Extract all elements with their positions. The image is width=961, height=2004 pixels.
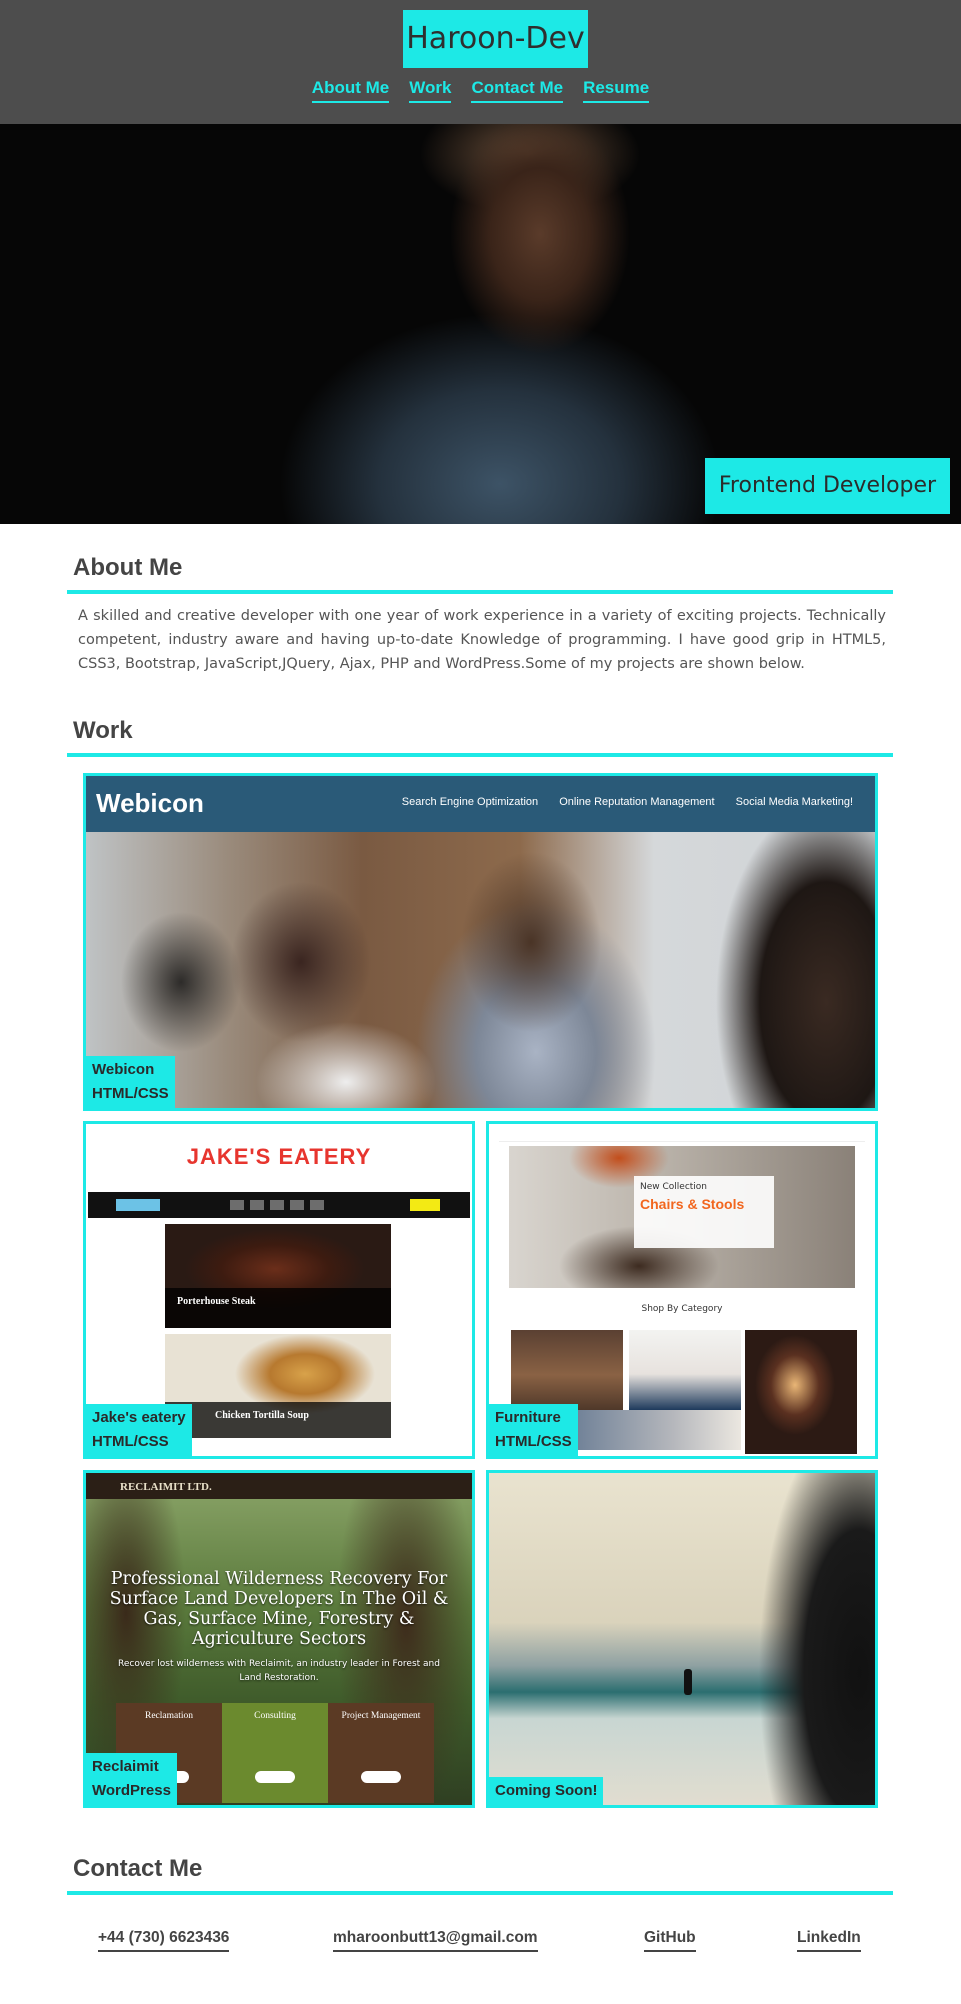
project-name: Jake's eatery (92, 1409, 186, 1426)
reclaimit-preview-service-title: Consulting (254, 1711, 296, 1721)
project-name: Coming Soon! (495, 1782, 598, 1799)
project-label: Coming Soon! (489, 1777, 604, 1805)
contact-github-link[interactable]: GitHub (644, 1929, 696, 1952)
site-header: Haroon-Dev About Me Work Contact Me Resu… (0, 0, 961, 124)
reclaimit-preview-subtext: Recover lost wilderness with Reclaimit, … (118, 1659, 440, 1683)
surfer-silhouette (684, 1669, 692, 1695)
project-card-reclaimit[interactable]: RECLAIMIT LTD. Professional Wilderness R… (83, 1470, 475, 1808)
reclaimit-preview-service-box: Consulting (222, 1703, 328, 1803)
project-tech: HTML/CSS (495, 1433, 572, 1450)
hero-banner: Frontend Developer (0, 124, 961, 524)
jakes-preview-soup-image: Chicken Tortilla Soup (165, 1334, 391, 1438)
reclaimit-preview-logo: RECLAIMIT LTD. (120, 1481, 212, 1493)
jakes-preview-nav-button (116, 1199, 160, 1211)
project-tech: HTML/CSS (92, 1433, 169, 1450)
project-tech: WordPress (92, 1782, 171, 1799)
webicon-preview-logo: Webicon (96, 788, 204, 818)
reclaimit-preview-service-title: Reclamation (144, 1711, 193, 1721)
work-title: Work (73, 717, 133, 744)
reclaimit-preview-service-box: Project Management (328, 1703, 434, 1803)
jakes-preview-nav-links (230, 1200, 326, 1210)
project-label: Jake's eatery HTML/CSS (86, 1404, 192, 1456)
contact-title: Contact Me (73, 1855, 203, 1882)
webicon-preview-nav-item: Social Media Marketing! (735, 796, 853, 808)
jakes-preview-item-title: Chicken Tortilla Soup (215, 1410, 309, 1421)
furniture-preview-headline: Chairs & Stools (640, 1196, 745, 1212)
hero-portrait-image (240, 124, 720, 524)
jakes-preview-caption: Chicken Tortilla Soup (165, 1402, 391, 1438)
about-text: A skilled and creative developer with on… (78, 608, 886, 672)
project-card-jakes-eatery[interactable]: JAKE'S EATERY Porterhouse Steak Chicken … (83, 1121, 475, 1459)
furniture-preview-promo: New Collection Chairs & Stools (634, 1176, 774, 1248)
webicon-preview-header: Webicon Search Engine Optimization Onlin… (86, 776, 875, 832)
furniture-preview-category-tile (571, 1410, 741, 1450)
nav-contact-me[interactable]: Contact Me (471, 78, 564, 103)
reclaimit-preview-headline: Professional Wilderness Recovery For Sur… (109, 1569, 449, 1649)
reclaimit-preview-service-title: Project Management (341, 1711, 421, 1721)
reclaimit-preview-service-button (361, 1771, 401, 1783)
project-card-webicon[interactable]: Webicon Search Engine Optimization Onlin… (83, 773, 878, 1111)
project-label: Webicon HTML/CSS (86, 1056, 175, 1108)
project-label: Furniture HTML/CSS (489, 1404, 578, 1456)
webicon-preview-nav-item: Search Engine Optimization (401, 796, 539, 808)
contact-email-link[interactable]: mharoonbutt13@gmail.com (333, 1929, 538, 1952)
furniture-preview-eyebrow: New Collection (640, 1182, 708, 1192)
contact-divider (67, 1891, 893, 1895)
furniture-preview-category-tile (629, 1330, 741, 1410)
furniture-preview-hero-image: New Collection Chairs & Stools (509, 1146, 855, 1288)
jakes-preview-logo: JAKE'S EATERY (186, 1144, 372, 1169)
furniture-preview-topbar (499, 1132, 865, 1142)
work-divider (67, 753, 893, 757)
project-card-furniture[interactable]: New Collection Chairs & Stools Shop By C… (486, 1121, 878, 1459)
webicon-preview-nav: Search Engine Optimization Online Reputa… (384, 796, 853, 808)
project-card-coming-soon[interactable]: Coming Soon! (486, 1470, 878, 1808)
jakes-preview-steak-image: Porterhouse Steak (165, 1224, 391, 1328)
jakes-preview-caption: Porterhouse Steak (165, 1288, 391, 1328)
jakes-preview-nav-cta (410, 1199, 440, 1211)
nav-work[interactable]: Work (409, 78, 452, 103)
nav-resume[interactable]: Resume (583, 78, 650, 103)
about-title: About Me (73, 554, 183, 581)
project-name: Webicon (92, 1061, 155, 1078)
jakes-preview-item-title: Porterhouse Steak (177, 1296, 256, 1307)
furniture-preview-category-heading: Shop By Category (641, 1304, 723, 1314)
contact-phone-link[interactable]: +44 (730) 6623436 (98, 1929, 230, 1952)
hero-role-badge: Frontend Developer (705, 458, 950, 514)
furniture-preview-category-tile (745, 1330, 857, 1454)
site-logo[interactable]: Haroon-Dev (403, 10, 588, 68)
webicon-preview-photo (86, 832, 875, 1108)
project-tech: HTML/CSS (92, 1085, 169, 1102)
reclaimit-preview-service-button (255, 1771, 295, 1783)
project-label: Reclaimit WordPress (86, 1753, 177, 1805)
jakes-preview-nav (88, 1192, 470, 1218)
nav-about-me[interactable]: About Me (311, 78, 390, 103)
project-name: Furniture (495, 1409, 561, 1426)
about-divider (67, 590, 893, 594)
contact-linkedin-link[interactable]: LinkedIn (797, 1929, 861, 1952)
reclaimit-preview-header: RECLAIMIT LTD. (86, 1473, 472, 1499)
project-name: Reclaimit (92, 1758, 159, 1775)
main-nav: About Me Work Contact Me Resume (0, 78, 961, 103)
webicon-preview-nav-item: Online Reputation Management (559, 796, 715, 808)
